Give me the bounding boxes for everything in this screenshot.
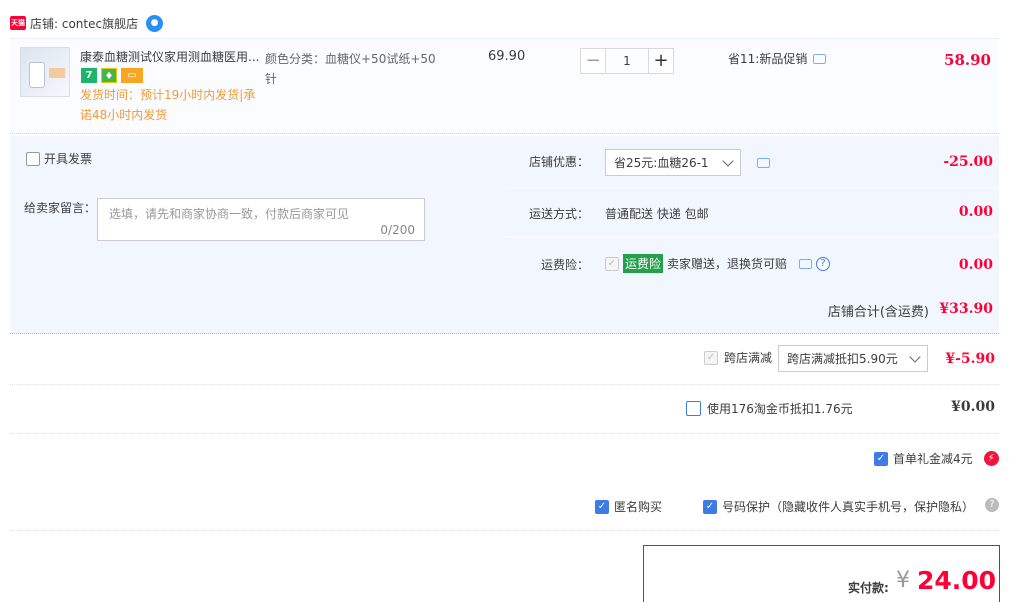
invoice-label: 开具发票 bbox=[44, 152, 93, 166]
shop-options-panel: 店铺优惠： 省25元:血糖26-1 -25.00 运送方式： 普通配送 快递 包… bbox=[505, 136, 999, 284]
shop-name[interactable]: 店铺: contec旗舰店 bbox=[30, 15, 138, 32]
shop-discount-select[interactable]: 省25元:血糖26-1 bbox=[605, 149, 741, 176]
delivery-label: 运送方式： bbox=[529, 207, 590, 221]
payment-amount: 24.00 bbox=[917, 566, 997, 595]
delivery-value: 普通配送 快递 包邮 bbox=[605, 207, 709, 221]
service-badges: 7 ♦ ▭ bbox=[81, 68, 143, 83]
anonymous-label: 匿名购买 bbox=[614, 500, 663, 514]
privacy-label: 号码保护（隐藏收件人真实手机号，保护隐私） bbox=[722, 500, 975, 514]
shop-subtotal-amount: ¥33.90 bbox=[939, 301, 993, 317]
shop-header: 天猫 店铺: contec旗舰店 ● bbox=[10, 13, 164, 33]
cross-store-checkbox: ✓ bbox=[704, 350, 718, 365]
coins-checkbox[interactable] bbox=[686, 401, 701, 416]
privacy-option[interactable]: ✓ 号码保护（隐藏收件人真实手机号，保护隐私） bbox=[703, 498, 974, 515]
chevron-down-icon bbox=[909, 350, 921, 363]
message-placeholder: 选填，请先和商家协商一致，付款后商家可见 bbox=[109, 207, 350, 221]
payment-currency: ¥ bbox=[896, 568, 910, 593]
shipping-time-note: 发货时间：预计19小时内发货|承诺48小时内发货 bbox=[80, 88, 256, 122]
cross-store-amount: ¥-5.90 bbox=[945, 351, 995, 367]
anonymous-checkbox[interactable]: ✓ bbox=[595, 499, 609, 514]
product-title[interactable]: 康泰血糖测试仪家用测血糖医用... bbox=[80, 48, 260, 65]
message-label: 给卖家留言： bbox=[24, 201, 97, 215]
comment-icon[interactable] bbox=[757, 158, 770, 168]
increase-button[interactable]: + bbox=[648, 48, 674, 74]
cross-store-discount: ✓ 跨店满减 bbox=[704, 349, 772, 366]
item-total: 58.90 bbox=[944, 51, 991, 69]
shop-subtotal-bar: 店铺合计(含运费) ¥33.90 bbox=[10, 284, 999, 334]
help-icon[interactable]: ? bbox=[985, 498, 999, 512]
invoice-message-panel: 开具发票 给卖家留言： 选填，请先和商家协商一致，付款后商家可见 0/200 bbox=[10, 136, 505, 284]
tmall-badge-icon: 天猫 bbox=[10, 16, 26, 30]
payment-label: 实付款: bbox=[848, 581, 889, 595]
promo-label: 省11:新品促销 bbox=[728, 52, 808, 66]
comment-icon[interactable] bbox=[799, 258, 813, 269]
invoice-option[interactable]: 开具发票 bbox=[26, 150, 92, 167]
shop-discount-amount: -25.00 bbox=[943, 154, 993, 170]
shop-subtotal-label: 店铺合计(含运费) bbox=[827, 305, 929, 320]
first-order-label: 首单礼金减4元 bbox=[893, 452, 973, 466]
delivery-amount: 0.00 bbox=[958, 204, 993, 220]
promo-info: 省11:新品促销 bbox=[728, 50, 827, 67]
seven-day-return-icon: 7 bbox=[81, 68, 97, 83]
unit-price: 69.90 bbox=[488, 49, 526, 64]
wangwang-chat-icon[interactable]: ● bbox=[146, 14, 164, 32]
insurance-value: 卖家赠送，退换货可赔 bbox=[667, 257, 788, 271]
shop-discount-label: 店铺优惠： bbox=[529, 155, 590, 169]
insurance-option: ✓ 运费险 卖家赠送，退换货可赔 ? bbox=[605, 254, 831, 273]
message-counter: 0/200 bbox=[380, 223, 415, 237]
anonymous-option[interactable]: ✓ 匿名购买 bbox=[595, 498, 662, 515]
quantity-stepper: − 1 + bbox=[580, 48, 674, 74]
insurance-checkbox: ✓ bbox=[605, 256, 619, 271]
coins-amount: ¥0.00 bbox=[951, 399, 995, 415]
payment-summary: 实付款: ¥ 24.00 bbox=[643, 545, 1000, 602]
product-spec: 颜色分类：血糖仪+50试纸+50针 bbox=[265, 52, 436, 86]
insurance-tag: 运费险 bbox=[623, 254, 664, 273]
insurance-amount: 0.00 bbox=[958, 257, 993, 273]
privacy-checkbox[interactable]: ✓ bbox=[703, 499, 717, 514]
shop-discount-value: 省25元:血糖26-1 bbox=[614, 156, 709, 170]
insurance-label: 运费险： bbox=[541, 258, 590, 272]
cross-store-value: 跨店满减抵扣5.90元 bbox=[787, 352, 898, 366]
cross-store-label: 跨店满减 bbox=[724, 351, 773, 365]
first-order-gift[interactable]: ✓ 首单礼金减4元 ⚡ bbox=[874, 450, 999, 467]
lightning-icon: ⚡ bbox=[983, 451, 999, 466]
help-icon[interactable]: ? bbox=[816, 256, 831, 271]
order-item-row: 康泰血糖测试仪家用测血糖医用... 7 ♦ ▭ 发货时间：预计19小时内发货|承… bbox=[10, 38, 999, 134]
product-thumbnail[interactable] bbox=[20, 47, 70, 97]
message-textarea[interactable]: 选填，请先和商家协商一致，付款后商家可见 0/200 bbox=[97, 198, 425, 241]
coins-label: 使用176淘金币抵扣1.76元 bbox=[707, 402, 853, 416]
cross-store-select[interactable]: 跨店满减抵扣5.90元 bbox=[778, 345, 928, 372]
quantity-input[interactable]: 1 bbox=[605, 48, 649, 74]
first-order-checkbox[interactable]: ✓ bbox=[874, 451, 888, 466]
invoice-checkbox[interactable] bbox=[26, 151, 40, 166]
chevron-down-icon bbox=[722, 154, 734, 167]
coins-option[interactable]: 使用176淘金币抵扣1.76元 bbox=[686, 400, 853, 417]
guarantee-icon: ♦ bbox=[101, 68, 117, 83]
credit-card-icon: ▭ bbox=[121, 68, 143, 83]
decrease-button[interactable]: − bbox=[580, 48, 606, 74]
comment-icon[interactable] bbox=[813, 53, 827, 64]
